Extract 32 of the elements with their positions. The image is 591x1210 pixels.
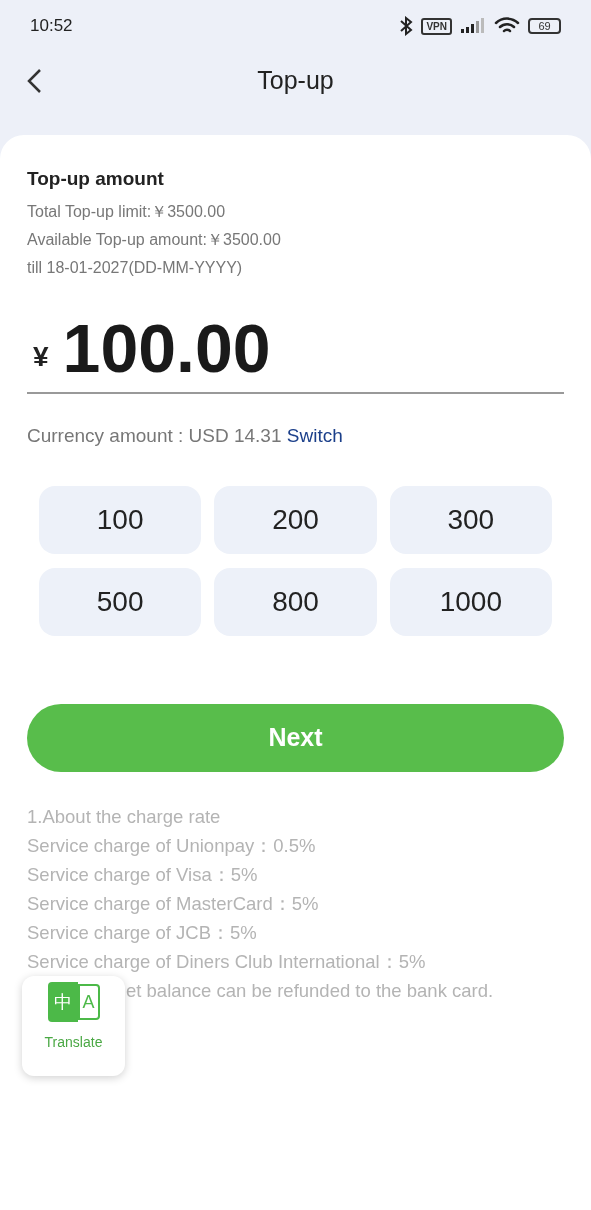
translate-label: Translate xyxy=(44,1033,103,1052)
page-title: Top-up xyxy=(257,65,334,97)
limit-text: Total Top-up limit:￥3500.00 xyxy=(27,201,227,222)
signal-icon xyxy=(460,18,486,34)
limit-text: Available Top-up amount:￥3500.00 xyxy=(27,229,282,250)
chinese-glyph-icon: 中 xyxy=(47,982,78,1022)
amount-option[interactable]: 300 xyxy=(389,486,552,554)
section-title: Top-up amount xyxy=(27,167,165,191)
note-text: 1.About the charge rate xyxy=(27,805,222,829)
note-text: et balance can be refunded to the bank card. xyxy=(126,979,494,1003)
switch-link[interactable]: Switch xyxy=(286,424,343,446)
limit-text: till 18-01-2027(DD-MM-YYYY) xyxy=(27,257,244,278)
note-text: Service charge of Diners Club International：5% xyxy=(27,950,427,974)
battery-icon: 69 xyxy=(528,18,561,34)
currency-symbol: ¥ xyxy=(33,339,49,374)
amount-option[interactable]: 100 xyxy=(39,486,202,554)
status-time: 10:52 xyxy=(30,15,73,38)
note-text: Service charge of Visa：5% xyxy=(27,863,259,887)
bluetooth-icon xyxy=(399,16,414,36)
note-text: Service charge of MasterCard：5% xyxy=(27,892,320,916)
amount-value: 100.00 xyxy=(62,313,271,382)
currency-amount-text: Currency amount : USD 14.31 xyxy=(27,424,282,446)
amount-option[interactable]: 200 xyxy=(214,486,377,554)
amount-option[interactable]: 800 xyxy=(214,568,377,636)
note-text: Service charge of JCB：5% xyxy=(27,921,258,945)
back-icon xyxy=(26,68,42,94)
amount-field[interactable]: ¥ 100.00 xyxy=(27,309,564,394)
amount-option[interactable]: 500 xyxy=(39,568,202,636)
note-text: Service charge of Unionpay：0.5% xyxy=(27,834,317,858)
latin-glyph-icon: A xyxy=(77,984,100,1020)
vpn-badge: VPN xyxy=(421,17,452,35)
amount-option[interactable]: 1000 xyxy=(389,568,552,636)
